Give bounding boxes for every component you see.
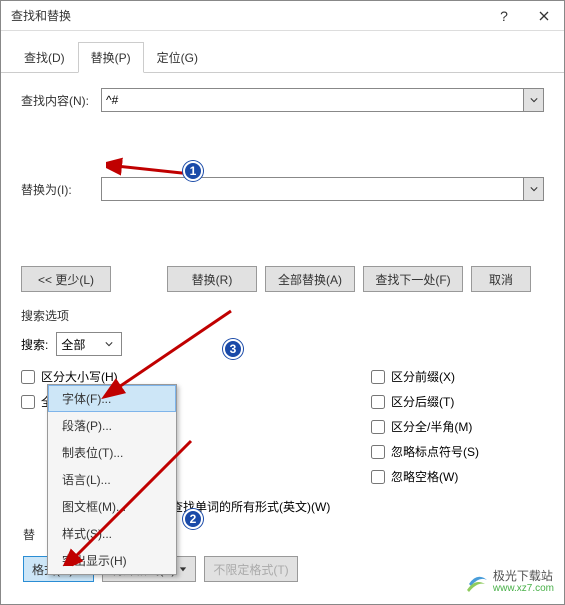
chevron-down-icon	[530, 96, 538, 104]
triangle-down-icon	[179, 565, 187, 573]
search-direction-select[interactable]: 全部	[56, 332, 122, 356]
section-replace-label: 替	[23, 526, 35, 543]
menu-item-frame[interactable]: 图文框(M)...	[48, 493, 176, 520]
watermark: 极光下载站 www.xz7.com	[465, 570, 554, 594]
check-ignore-space[interactable]: 忽略空格(W)	[371, 468, 479, 485]
watermark-url: www.xz7.com	[493, 583, 554, 594]
replace-with-label: 替换为(I):	[21, 181, 101, 198]
menu-item-language[interactable]: 语言(L)...	[48, 466, 176, 493]
find-next-button[interactable]: 查找下一处(F)	[363, 266, 463, 292]
less-button[interactable]: << 更少(L)	[21, 266, 111, 292]
find-what-input[interactable]	[101, 88, 544, 112]
replace-button[interactable]: 替换(R)	[167, 266, 257, 292]
no-format-button[interactable]: 不限定格式(T)	[204, 556, 297, 582]
ignore-punc-checkbox[interactable]	[371, 445, 385, 459]
check-suffix[interactable]: 区分后缀(T)	[371, 393, 479, 410]
tab-replace[interactable]: 替换(P)	[78, 42, 144, 73]
chevron-down-icon	[530, 185, 538, 193]
watermark-text: 极光下载站	[493, 570, 554, 583]
menu-item-font[interactable]: 字体(F)...	[48, 385, 176, 412]
check-fullhalf[interactable]: 区分全/半角(M)	[371, 418, 479, 435]
cancel-button[interactable]: 取消	[471, 266, 531, 292]
prefix-checkbox[interactable]	[371, 370, 385, 384]
search-direction-value: 全部	[61, 336, 101, 353]
check-match-case[interactable]: 区分大小写(H)	[21, 368, 371, 385]
watermark-icon	[465, 570, 489, 594]
match-case-checkbox[interactable]	[21, 370, 35, 384]
menu-item-paragraph[interactable]: 段落(P)...	[48, 412, 176, 439]
window-title: 查找和替换	[11, 7, 484, 24]
replace-all-button[interactable]: 全部替换(A)	[265, 266, 355, 292]
titlebar: 查找和替换 ?	[1, 1, 564, 31]
close-icon	[539, 11, 549, 21]
suffix-checkbox[interactable]	[371, 395, 385, 409]
check-ignore-punc[interactable]: 忽略标点符号(S)	[371, 443, 479, 460]
menu-item-style[interactable]: 样式(S)...	[48, 520, 176, 547]
fullhalf-checkbox[interactable]	[371, 420, 385, 434]
search-direction-label: 搜索:	[21, 336, 48, 353]
check-prefix[interactable]: 区分前缀(X)	[371, 368, 479, 385]
tab-goto[interactable]: 定位(G)	[144, 42, 211, 73]
search-options-label: 搜索选项	[21, 307, 544, 324]
help-button[interactable]: ?	[484, 1, 524, 31]
chevron-down-icon	[105, 340, 113, 348]
replace-with-combo[interactable]	[101, 177, 544, 201]
close-button[interactable]	[524, 1, 564, 31]
ignore-space-checkbox[interactable]	[371, 470, 385, 484]
replace-with-input[interactable]	[101, 177, 544, 201]
tab-find[interactable]: 查找(D)	[11, 42, 78, 73]
replace-with-dropdown-button[interactable]	[523, 178, 543, 200]
menu-item-highlight[interactable]: 突出显示(H)	[48, 547, 176, 574]
whole-word-checkbox[interactable]	[21, 395, 35, 409]
format-menu-popup: 字体(F)... 段落(P)... 制表位(T)... 语言(L)... 图文框…	[47, 384, 177, 575]
tabs: 查找(D) 替换(P) 定位(G)	[1, 36, 564, 73]
find-what-label: 查找内容(N):	[21, 92, 101, 109]
find-what-combo[interactable]	[101, 88, 544, 112]
find-what-dropdown-button[interactable]	[523, 89, 543, 111]
menu-item-tabs[interactable]: 制表位(T)...	[48, 439, 176, 466]
